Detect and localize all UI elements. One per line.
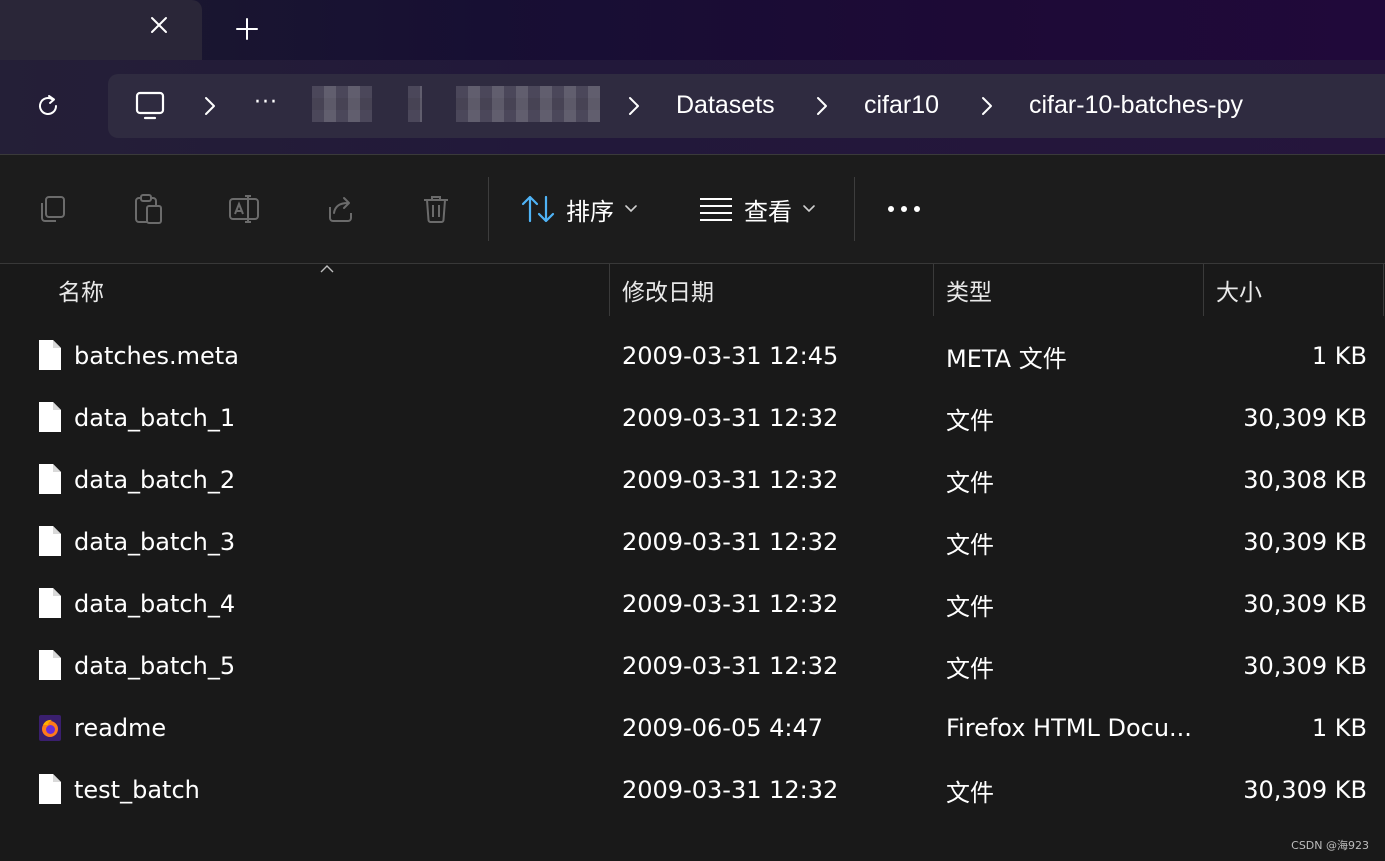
address-bar[interactable]: ··· Datasets cifar10 cifar-10-batches-py (108, 74, 1385, 138)
file-row[interactable]: batches.meta 2009-03-31 12:45 META 文件 1 KB (0, 325, 1385, 387)
file-icon (38, 587, 62, 619)
file-icon (38, 401, 62, 433)
file-icon (38, 463, 62, 495)
file-row[interactable]: data_batch_1 2009-03-31 12:32 文件 30,309 KB (0, 387, 1385, 449)
redacted-path-segment (312, 86, 372, 122)
sort-icon (521, 195, 555, 223)
sort-button[interactable]: 排序 (520, 189, 638, 229)
this-pc-icon[interactable] (134, 90, 166, 122)
watermark: CSDN @海923 (1291, 839, 1369, 852)
file-size: 1 KB (1311, 714, 1367, 742)
view-button[interactable]: 查看 (698, 189, 816, 229)
breadcrumb-more[interactable]: ··· (254, 90, 278, 115)
chevron-right-icon[interactable] (200, 94, 220, 118)
file-icon (38, 339, 62, 371)
divider (854, 177, 855, 241)
sort-label: 排序 (566, 197, 614, 226)
file-name: data_batch_5 (74, 652, 236, 680)
redacted-path-segment (408, 86, 422, 122)
file-size: 30,308 KB (1243, 466, 1367, 494)
file-date: 2009-03-31 12:32 (622, 466, 839, 494)
more-icon[interactable] (884, 189, 924, 229)
file-name: data_batch_2 (74, 466, 236, 494)
file-type: Firefox HTML Docu... (946, 714, 1192, 742)
file-type: 文件 (946, 406, 994, 435)
column-header-date[interactable]: 修改日期 (622, 264, 714, 316)
column-header-size[interactable]: 大小 (1216, 264, 1262, 316)
file-type: 文件 (946, 778, 994, 807)
file-size: 30,309 KB (1243, 404, 1367, 432)
file-date: 2009-03-31 12:32 (622, 404, 839, 432)
breadcrumb-datasets[interactable]: Datasets (676, 91, 775, 120)
share-icon[interactable] (322, 191, 358, 227)
view-list-icon (700, 198, 732, 221)
column-resize-handle[interactable] (1383, 264, 1384, 316)
divider (488, 177, 489, 241)
rename-icon[interactable] (226, 191, 262, 227)
breadcrumb-current-folder[interactable]: cifar-10-batches-py (1029, 91, 1243, 120)
file-size: 30,309 KB (1243, 652, 1367, 680)
paste-icon[interactable] (130, 191, 166, 227)
file-name: data_batch_4 (74, 590, 236, 618)
file-date: 2009-03-31 12:32 (622, 590, 839, 618)
copy-icon[interactable] (34, 191, 70, 227)
file-size: 30,309 KB (1243, 528, 1367, 556)
file-name: data_batch_1 (74, 404, 236, 432)
file-row[interactable]: data_batch_2 2009-03-31 12:32 文件 30,308 KB (0, 449, 1385, 511)
file-icon (38, 525, 62, 557)
file-icon (38, 649, 62, 681)
redacted-path-segment (456, 86, 600, 122)
file-name: readme (74, 714, 167, 742)
file-name: batches.meta (74, 342, 239, 370)
file-size: 1 KB (1311, 342, 1367, 370)
breadcrumb-cifar10[interactable]: cifar10 (864, 91, 939, 120)
file-date: 2009-03-31 12:32 (622, 652, 839, 680)
file-row[interactable]: test_batch 2009-03-31 12:32 文件 30,309 KB (0, 759, 1385, 821)
file-type: 文件 (946, 654, 994, 683)
file-type: 文件 (946, 468, 994, 497)
file-size: 30,309 KB (1243, 590, 1367, 618)
file-type: META 文件 (946, 344, 1067, 373)
view-label: 查看 (744, 197, 792, 226)
delete-icon[interactable] (418, 191, 454, 227)
refresh-icon[interactable] (30, 88, 66, 124)
column-header-row: 名称 修改日期 类型 大小 (0, 264, 1385, 316)
file-row[interactable]: data_batch_5 2009-03-31 12:32 文件 30,309 KB (0, 635, 1385, 697)
plus-icon[interactable] (232, 14, 262, 44)
file-date: 2009-03-31 12:32 (622, 776, 839, 804)
chevron-right-icon[interactable] (812, 94, 832, 118)
chevron-right-icon[interactable] (624, 94, 644, 118)
file-type: 文件 (946, 592, 994, 621)
file-date: 2009-06-05 4:47 (622, 714, 823, 742)
file-size: 30,309 KB (1243, 776, 1367, 804)
file-row[interactable]: data_batch_4 2009-03-31 12:32 文件 30,309 KB (0, 573, 1385, 635)
file-row[interactable]: data_batch_3 2009-03-31 12:32 文件 30,309 KB (0, 511, 1385, 573)
file-name: test_batch (74, 776, 200, 804)
column-resize-handle[interactable] (609, 264, 610, 316)
column-resize-handle[interactable] (933, 264, 934, 316)
active-tab[interactable] (0, 0, 202, 60)
chevron-right-icon[interactable] (977, 94, 997, 118)
file-type: 文件 (946, 530, 994, 559)
file-date: 2009-03-31 12:45 (622, 342, 839, 370)
chevron-down-icon (803, 205, 815, 213)
column-header-type[interactable]: 类型 (946, 264, 992, 316)
file-row[interactable]: readme 2009-06-05 4:47 Firefox HTML Docu..… (0, 697, 1385, 759)
file-icon (38, 773, 62, 805)
column-header-name[interactable]: 名称 (58, 264, 104, 316)
column-resize-handle[interactable] (1203, 264, 1204, 316)
file-date: 2009-03-31 12:32 (622, 528, 839, 556)
firefox-icon (38, 714, 62, 742)
chevron-down-icon (625, 205, 637, 213)
navigation-bar: ··· Datasets cifar10 cifar-10-batches-py (0, 60, 1385, 154)
file-name: data_batch_3 (74, 528, 236, 556)
tab-strip (0, 0, 1385, 60)
close-icon[interactable] (146, 12, 172, 38)
command-bar: 排序 查看 (0, 155, 1385, 263)
